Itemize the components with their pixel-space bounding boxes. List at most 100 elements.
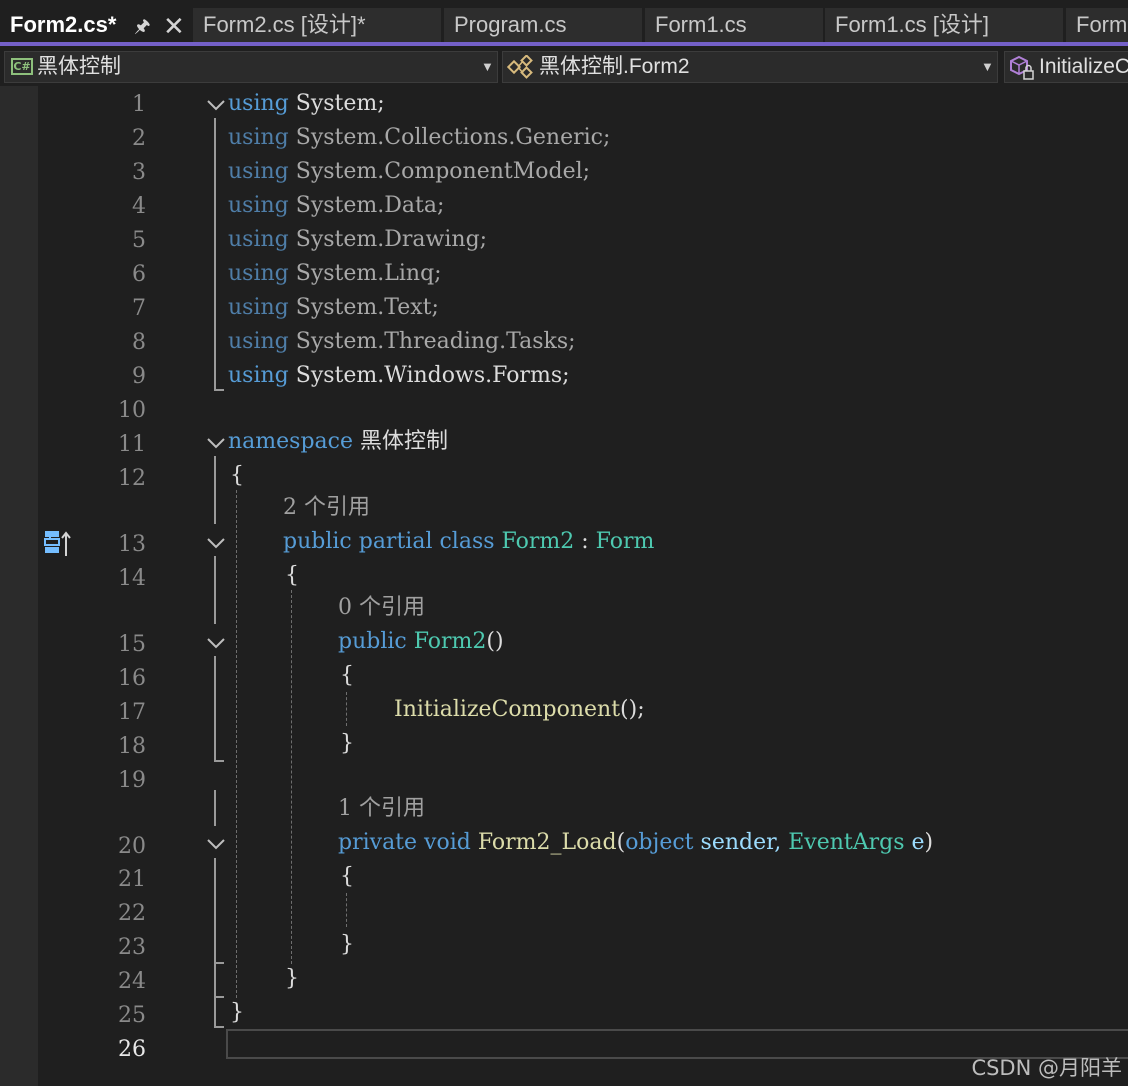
code-line: using System.Threading.Tasks;	[228, 328, 576, 356]
type-name: Form	[595, 529, 655, 554]
brace: }	[230, 1000, 244, 1025]
indicator-margin[interactable]	[0, 86, 38, 1086]
tab-program-cs[interactable]: Program.cs	[444, 8, 642, 42]
keyword: class	[439, 529, 495, 554]
code-line: namespace 黑体控制	[228, 428, 448, 456]
brace: {	[340, 663, 354, 688]
keyword: using	[228, 261, 289, 286]
line-number: 22	[118, 901, 146, 926]
line-number: 13	[118, 532, 146, 557]
code-line: using System.Linq;	[228, 260, 442, 288]
namespace-ref: System;	[295, 91, 385, 116]
codelens-references[interactable]: 0 个引用	[338, 594, 425, 622]
line-number: 6	[132, 262, 146, 287]
line-number: 12	[118, 466, 146, 491]
keyword: object	[625, 830, 694, 855]
namespace-ref: System.Collections.Generic;	[295, 125, 611, 150]
line-number: 1	[132, 92, 146, 117]
line-number: 24	[118, 969, 146, 994]
chevron-down-icon[interactable]	[205, 833, 227, 855]
code-line: {	[285, 562, 299, 590]
document-tab-strip: Form2.cs* 🖈 ✕ Form2.cs [设计]* Program.cs …	[0, 0, 1128, 46]
code-line: using System.Text;	[228, 294, 439, 322]
code-line: public Form2()	[338, 628, 504, 656]
line-number: 2	[132, 126, 146, 151]
keyword: using	[228, 227, 289, 252]
type-dropdown[interactable]: 黑体控制.Form2 ▼	[502, 51, 998, 83]
code-line: private void Form2_Load(object sender, E…	[338, 829, 933, 857]
outline-line	[214, 858, 216, 962]
code-line: {	[230, 462, 244, 490]
tab-label: Form2.cs*	[10, 12, 117, 37]
code-line: using System.ComponentModel;	[228, 158, 590, 186]
line-number: 4	[132, 194, 146, 219]
method-call: InitializeComponent	[394, 697, 621, 722]
tab-form1-cs[interactable]: Form1.cs	[645, 8, 823, 42]
active-tab-accent	[0, 42, 1128, 46]
chevron-down-icon[interactable]	[205, 94, 227, 116]
parameter: e	[911, 830, 925, 855]
tab-label: Form2.cs [设计]*	[203, 12, 366, 37]
code-line: }	[340, 931, 354, 959]
punctuation: )	[924, 830, 934, 855]
chevron-down-icon[interactable]	[205, 632, 227, 654]
namespace-ref: System.Text;	[295, 295, 439, 320]
outline-line	[214, 556, 216, 624]
code-line: using System.Windows.Forms;	[228, 362, 570, 390]
namespace-ref: System.Threading.Tasks;	[295, 329, 576, 354]
line-number: 16	[118, 666, 146, 691]
method-icon	[1010, 55, 1034, 80]
code-editor[interactable]	[38, 86, 1128, 1086]
tab-label: Form1.cs [设计]	[835, 12, 990, 37]
punctuation: ()	[486, 629, 504, 654]
code-line: {	[340, 662, 354, 690]
chevron-down-icon[interactable]	[205, 432, 227, 454]
csharp-file-icon: C#	[11, 58, 33, 75]
type-name: Form2	[501, 529, 575, 554]
tab-form2-designer[interactable]: Form2.cs [设计]*	[193, 8, 441, 42]
code-line: using System.Collections.Generic;	[228, 124, 610, 152]
indent-guide	[346, 893, 347, 927]
line-number: 18	[118, 734, 146, 759]
project-dropdown[interactable]: C# 黑体控制 ▼	[4, 51, 498, 83]
line-number: 11	[118, 432, 146, 457]
codelens-label: 1 个引用	[338, 796, 425, 821]
punctuation: ();	[620, 697, 645, 722]
tab-overflow[interactable]: Form	[1066, 8, 1128, 42]
outline-line	[214, 456, 216, 524]
pin-icon[interactable]: 🖈	[134, 17, 151, 35]
type-name: EventArgs	[788, 830, 905, 855]
member-dropdown[interactable]: InitializeC	[1004, 51, 1128, 83]
watermark: CSDN @月阳羊	[971, 1056, 1122, 1080]
brace: }	[340, 932, 354, 957]
keyword: using	[228, 295, 289, 320]
line-number: 25	[118, 1003, 146, 1028]
keyword: using	[228, 363, 289, 388]
punctuation: (	[616, 830, 626, 855]
namespace-ref: System.Drawing;	[295, 227, 488, 252]
class-icon	[507, 55, 533, 79]
namespace-ref: System.ComponentModel;	[295, 159, 591, 184]
codelens-references[interactable]: 1 个引用	[338, 795, 425, 823]
namespace-ref: System.Data;	[295, 193, 445, 218]
line-number: 3	[132, 160, 146, 185]
tab-form1-designer[interactable]: Form1.cs [设计]	[825, 8, 1063, 42]
brace: {	[340, 864, 354, 889]
line-number: 5	[132, 228, 146, 253]
codelens-references[interactable]: 2 个引用	[283, 494, 370, 522]
type-name: Form2	[413, 629, 487, 654]
line-number: 7	[132, 296, 146, 321]
brace: {	[285, 563, 299, 588]
indent-guide	[291, 590, 292, 964]
line-number-current: 26	[118, 1037, 146, 1062]
chevron-down-icon[interactable]	[205, 532, 227, 554]
type-dropdown-label: 黑体控制.Form2	[539, 55, 690, 78]
member-dropdown-label: InitializeC	[1039, 55, 1128, 78]
close-icon[interactable]: ✕	[163, 13, 185, 39]
line-number: 8	[132, 330, 146, 355]
code-line: using System.Drawing;	[228, 226, 487, 254]
line-number: 14	[118, 566, 146, 591]
chevron-down-icon: ▼	[981, 59, 994, 74]
indent-guide	[236, 490, 237, 998]
parameter: sender,	[700, 830, 782, 855]
